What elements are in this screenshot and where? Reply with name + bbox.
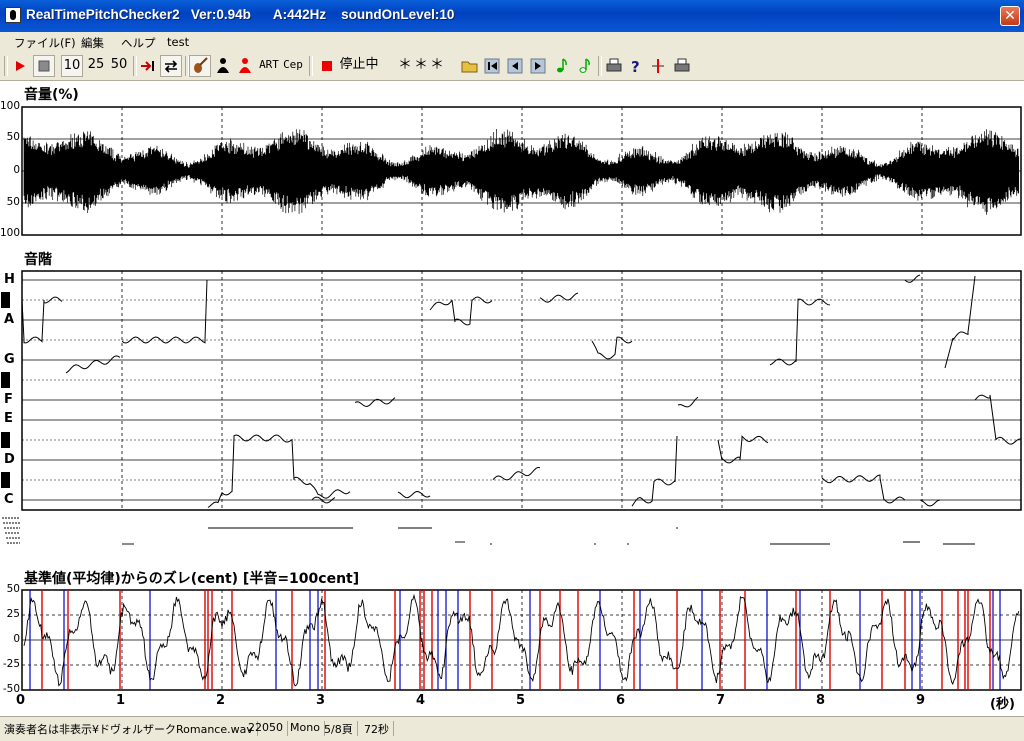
black-key-marker bbox=[1, 292, 10, 308]
scale-frame bbox=[21, 270, 1022, 511]
status-file: 演奏者名は非表示¥ドヴォルザークRomance.wav bbox=[4, 721, 258, 736]
volume-waveform bbox=[21, 106, 1022, 236]
status-duration: 72秒 bbox=[364, 721, 394, 736]
analysis-plots bbox=[1, 106, 1022, 691]
status-page: 5/8頁 bbox=[324, 721, 358, 736]
status-bar: 演奏者名は非表示¥ドヴォルザークRomance.wav 22050 Mono 5… bbox=[0, 716, 1024, 741]
status-rate: 22050 bbox=[248, 721, 288, 736]
status-channel: Mono bbox=[290, 721, 325, 736]
black-key-marker bbox=[1, 432, 10, 448]
note-duration-bars bbox=[2, 517, 975, 545]
pitch-scale-graph bbox=[1, 270, 1022, 511]
black-key-marker bbox=[1, 372, 10, 388]
black-key-marker bbox=[1, 472, 10, 488]
cent-deviation-graph bbox=[21, 589, 1022, 691]
